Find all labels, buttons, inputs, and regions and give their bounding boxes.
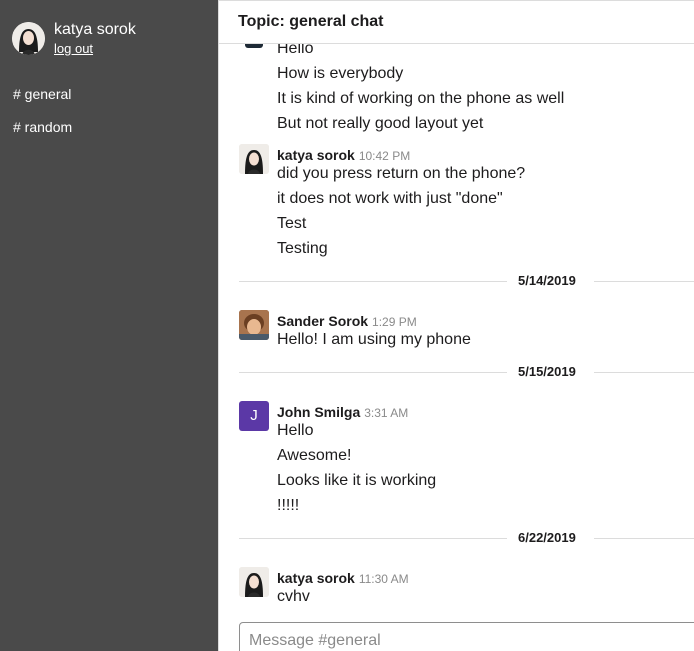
message-composer xyxy=(239,622,694,651)
sidebar: katya sorok log out # general # random xyxy=(0,0,218,651)
message-input[interactable] xyxy=(240,623,694,651)
message-meta: John Smilga 3:31 AM xyxy=(277,404,408,422)
message-time: 11:30 AM xyxy=(358,572,409,586)
message-time: 10:42 PM xyxy=(358,149,411,163)
message-line: Test xyxy=(277,215,307,232)
avatar xyxy=(12,22,45,55)
message-line: How is everybody xyxy=(277,65,404,82)
user-name: katya sorok xyxy=(54,21,136,38)
channel-general[interactable]: # general xyxy=(13,86,72,119)
avatar-initial: J xyxy=(250,407,258,424)
date-divider: 6/22/2019 xyxy=(239,530,694,546)
message-line: But not really good layout yet xyxy=(277,115,484,132)
author-name: John Smilga xyxy=(277,404,361,420)
avatar xyxy=(245,44,263,48)
message-meta: katya sorok 10:42 PM xyxy=(277,147,410,165)
message-time: 3:31 AM xyxy=(364,406,409,420)
message-line: it does not work with just "done" xyxy=(277,190,503,207)
message-time: 1:29 PM xyxy=(372,315,417,329)
message-line: Hello xyxy=(277,44,314,57)
message-line: cvhv xyxy=(277,588,310,605)
message-meta: Sander Sorok 1:29 PM xyxy=(277,313,417,331)
date-divider: 5/14/2019 xyxy=(239,273,694,289)
author-name: katya sorok xyxy=(277,147,355,163)
current-user: katya sorok log out xyxy=(12,21,136,58)
logout-link[interactable]: log out xyxy=(54,41,93,57)
message-line: Awesome! xyxy=(277,447,352,464)
author-name: Sander Sorok xyxy=(277,313,369,329)
message-line: It is kind of working on the phone as we… xyxy=(277,90,565,107)
date-divider: 5/15/2019 xyxy=(239,364,694,380)
avatar: J xyxy=(239,401,269,431)
message-feed[interactable]: Hello How is everybody It is kind of wor… xyxy=(219,44,694,621)
message-meta: katya sorok 11:30 AM xyxy=(277,570,409,588)
message-line: did you press return on the phone? xyxy=(277,165,526,182)
date-divider-label: 6/22/2019 xyxy=(518,530,576,545)
message-line: Hello! I am using my phone xyxy=(277,331,471,348)
page-title: Topic: general chat xyxy=(238,13,384,30)
avatar xyxy=(239,310,269,340)
main-panel: Topic: general chat Hello How is everybo… xyxy=(218,0,694,651)
avatar xyxy=(239,144,269,174)
date-divider-label: 5/15/2019 xyxy=(518,364,576,379)
author-name: katya sorok xyxy=(277,570,355,586)
channel-random[interactable]: # random xyxy=(13,119,72,152)
message-line: !!!!! xyxy=(277,497,300,514)
message-line: Testing xyxy=(277,240,328,257)
message-line: Hello xyxy=(277,422,314,439)
channel-list: # general # random xyxy=(13,86,72,152)
date-divider-label: 5/14/2019 xyxy=(518,273,576,288)
message-line: Looks like it is working xyxy=(277,472,437,489)
avatar xyxy=(239,567,269,597)
